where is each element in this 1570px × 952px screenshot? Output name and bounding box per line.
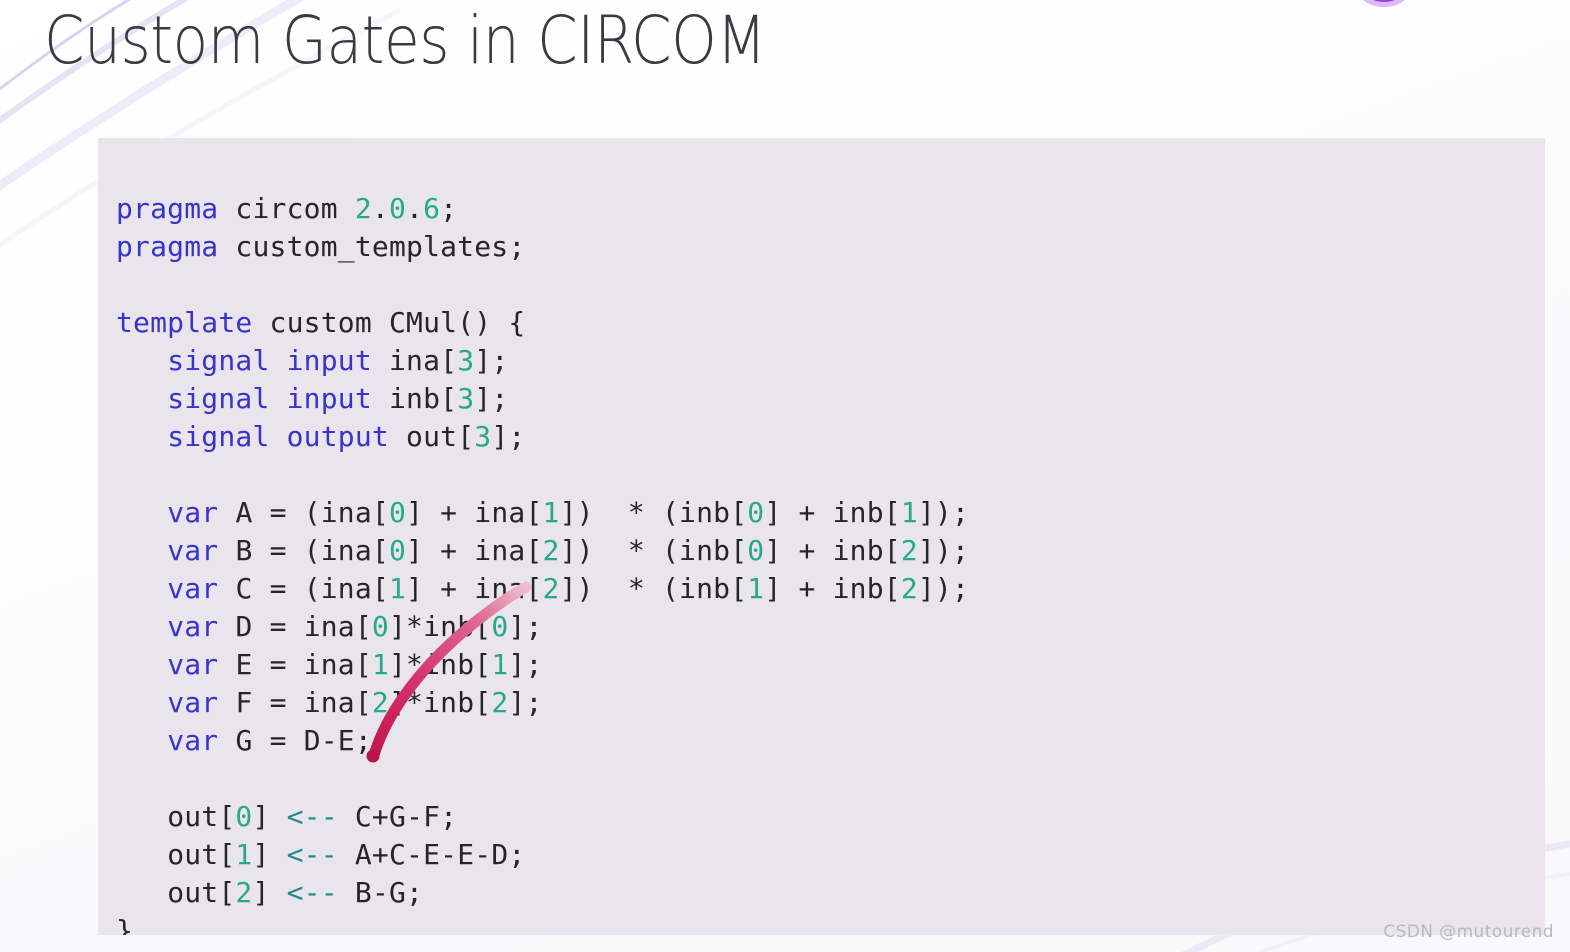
code-line: out[2] <-- B-G; [167, 876, 424, 909]
code-line: var A = (ina[0] + ina[1]) * (inb[0] + in… [167, 496, 970, 529]
code-line: var B = (ina[0] + ina[2]) * (inb[0] + in… [167, 534, 970, 567]
code-line: var E = ina[1]*inb[1]; [167, 648, 543, 681]
code-line: var G = D-E; [167, 724, 372, 757]
code-line: signal input inb[3]; [167, 382, 509, 415]
code-line: pragma custom_templates; [116, 230, 526, 263]
code-line: out[0] <-- C+G-F; [167, 800, 458, 833]
code-line: template custom CMul() { [116, 306, 526, 339]
code-content: pragma circom 2.0.6; pragma custom_templa… [98, 166, 1545, 935]
code-line: var F = ina[2]*inb[2]; [167, 686, 543, 719]
code-line: } [116, 914, 134, 935]
code-block: pragma circom 2.0.6; pragma custom_templa… [98, 138, 1545, 935]
code-line: signal input ina[3]; [167, 344, 509, 377]
code-line: var C = (ina[1] + ina[2]) * (inb[1] + in… [167, 572, 970, 605]
code-line: pragma circom 2.0.6; [116, 192, 458, 225]
slide-title: Custom Gates in CIRCOM [44, 2, 767, 79]
watermark: CSDN @mutourend [1383, 922, 1554, 942]
code-line: signal output out[3]; [167, 420, 526, 453]
code-line: var D = ina[0]*inb[0]; [167, 610, 543, 643]
decorative-purple-badge-icon [1363, 0, 1405, 7]
code-line: out[1] <-- A+C-E-E-D; [167, 838, 526, 871]
slide-canvas: Custom Gates in CIRCOM pragma circom 2.0… [0, 0, 1570, 952]
